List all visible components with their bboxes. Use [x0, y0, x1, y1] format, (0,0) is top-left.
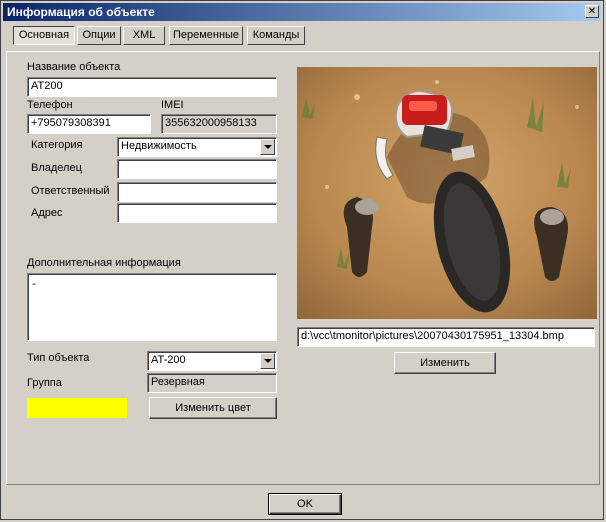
- responsible-field[interactable]: [117, 182, 277, 202]
- name-field[interactable]: AT200: [27, 77, 277, 97]
- extra-info-label: Дополнительная информация: [27, 257, 181, 269]
- responsible-label: Ответственный: [31, 185, 110, 197]
- image-path-field[interactable]: d:\vcc\tmonitor\pictures\20070430175951_…: [297, 327, 595, 347]
- category-selected-value: Недвижимость: [121, 140, 197, 152]
- object-info-dialog: Информация об объекте ✕ Основная Опции X…: [0, 0, 604, 520]
- object-type-label: Тип объекта: [27, 352, 90, 364]
- object-type-select[interactable]: AT-200: [147, 351, 277, 371]
- tab-options[interactable]: Опции: [77, 26, 121, 45]
- change-color-button[interactable]: Изменить цвет: [149, 397, 277, 419]
- phone-label: Телефон: [27, 99, 73, 111]
- imei-field: 355632000958133: [161, 114, 277, 134]
- owner-field[interactable]: [117, 159, 277, 179]
- extra-info-textarea[interactable]: -: [27, 273, 277, 341]
- change-image-button[interactable]: Изменить: [394, 352, 496, 374]
- group-field: Резервная: [147, 373, 277, 393]
- tab-xml[interactable]: XML: [123, 26, 165, 45]
- category-label: Категория: [31, 139, 83, 151]
- address-label: Адрес: [31, 207, 63, 219]
- chevron-down-icon[interactable]: [260, 139, 275, 155]
- category-select[interactable]: Недвижимость: [117, 137, 277, 157]
- tab-main[interactable]: Основная: [13, 26, 75, 45]
- window-title: Информация об объекте: [7, 5, 155, 19]
- phone-field[interactable]: +795079308391: [27, 114, 151, 134]
- tab-variables[interactable]: Переменные: [169, 26, 243, 45]
- object-type-selected-value: AT-200: [151, 354, 186, 366]
- object-photo: [297, 67, 597, 319]
- title-bar[interactable]: Информация об объекте ✕: [3, 3, 601, 21]
- address-field[interactable]: [117, 203, 277, 223]
- chevron-down-icon[interactable]: [260, 353, 275, 369]
- group-label: Группа: [27, 377, 62, 389]
- imei-label: IMEI: [161, 99, 184, 111]
- tab-commands[interactable]: Команды: [247, 26, 305, 45]
- name-label: Название объекта: [27, 61, 121, 73]
- close-button[interactable]: ✕: [585, 5, 599, 18]
- color-swatch: [27, 398, 127, 418]
- owner-label: Владелец: [31, 162, 82, 174]
- ok-button[interactable]: OK: [268, 493, 342, 515]
